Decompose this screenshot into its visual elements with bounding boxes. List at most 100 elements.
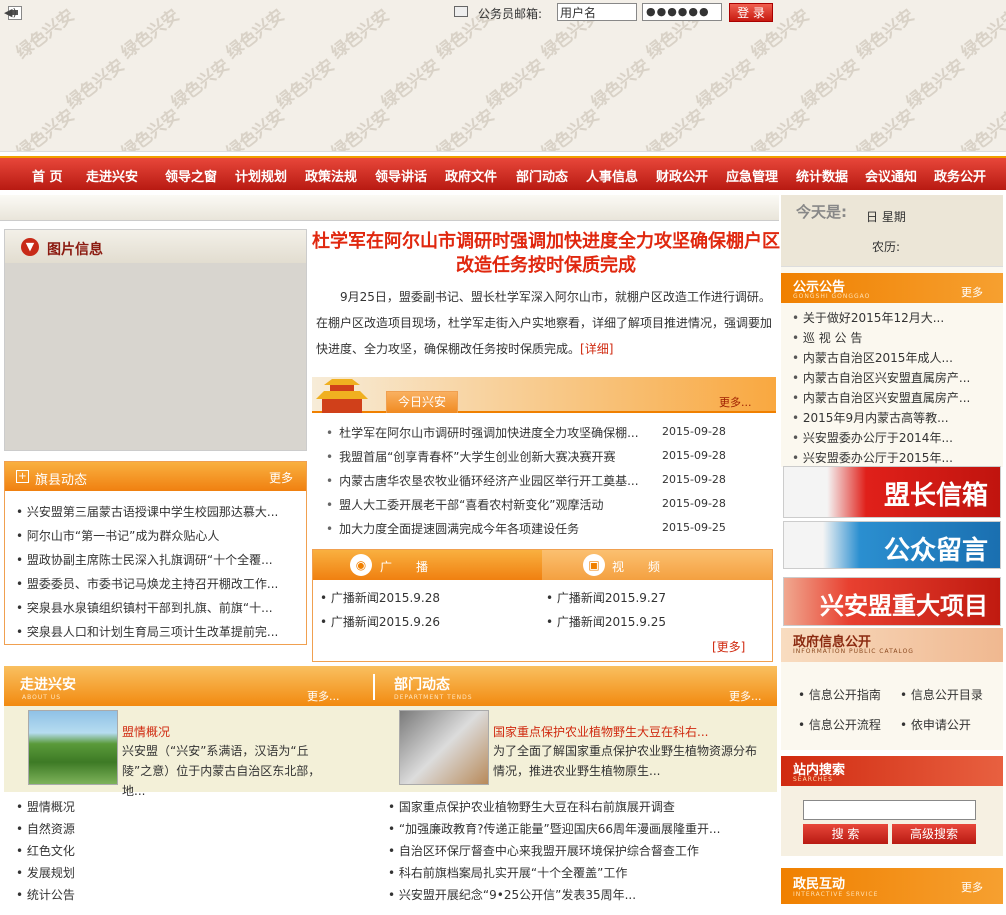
notice-subtitle: GONGSHI GONGGAO bbox=[793, 293, 871, 300]
nav-item[interactable]: 计划规划 bbox=[235, 166, 287, 185]
grassland-thumbnail[interactable] bbox=[28, 710, 118, 785]
notice-item[interactable]: 内蒙古自治区兴安盟直属房产... bbox=[792, 389, 970, 406]
today-news-title[interactable]: 内蒙古唐华农垦农牧业循环经济产业园区举行开工奠基... bbox=[339, 474, 638, 488]
gov-info-subtitle: INFORMATION PUBLIC CATALOG bbox=[793, 648, 914, 655]
county-news-item[interactable]: 兴安盟第三届蒙古语授课中学生校园那达慕大... bbox=[16, 503, 301, 520]
county-news-item[interactable]: 阿尔山市“第一书记”成为群众贴心人 bbox=[16, 527, 301, 544]
tab-radio-label[interactable]: 广播 bbox=[380, 558, 452, 575]
about-list-item[interactable]: 自然资源 bbox=[16, 820, 75, 837]
radio-news-link[interactable]: 广播新闻2015.9.26 bbox=[320, 613, 440, 630]
notice-item[interactable]: 巡 视 公 告 bbox=[792, 329, 862, 346]
about-list-item[interactable]: 统计公告 bbox=[16, 886, 75, 903]
picture-panel-title: 图片信息 bbox=[47, 242, 103, 258]
nav-item[interactable]: 应急管理 bbox=[726, 166, 778, 185]
nav-item[interactable]: 统计数据 bbox=[796, 166, 848, 185]
about-feature-text: 兴安盟（“兴安”系满语，汉语为“丘陵”之意）位于内蒙古自治区东北部，地... bbox=[122, 744, 321, 798]
today-news-item[interactable]: • 内蒙古唐华农垦农牧业循环经济产业园区举行开工奠基... bbox=[326, 472, 639, 489]
headline-more-link[interactable]: [详细] bbox=[580, 342, 613, 356]
username-input[interactable]: 用户名 bbox=[557, 3, 637, 21]
headline-title[interactable]: 杜学军在阿尔山市调研时强调加快进度全力攻坚确保棚户区改造任务按时保质完成 bbox=[312, 230, 780, 278]
dept-feature-title[interactable]: 国家重点保护农业植物野生大豆在科右... bbox=[493, 723, 708, 740]
county-news-more-link[interactable]: 更多 bbox=[269, 469, 293, 486]
about-more-link[interactable]: 更多... bbox=[307, 688, 340, 704]
county-news-item[interactable]: 盟委委员、市委书记马焕龙主持召开棚改工作... bbox=[16, 575, 301, 592]
county-news-item[interactable]: 盟政协副主席陈士民深入扎旗调研“十个全覆... bbox=[16, 551, 301, 568]
banner-watermark: 绿色兴安 bbox=[167, 55, 234, 114]
video-news-link[interactable]: 广播新闻2015.9.27 bbox=[546, 589, 666, 606]
radio-news-link[interactable]: 广播新闻2015.9.28 bbox=[320, 589, 440, 606]
notice-item[interactable]: 兴安盟委办公厅于2014年... bbox=[792, 429, 953, 446]
county-news-item[interactable]: 突泉县水泉镇组织镇村干部到扎旗、前旗“十... bbox=[16, 599, 301, 616]
media-more-link[interactable]: [更多] bbox=[712, 638, 745, 655]
nav-item[interactable]: 走进兴安 bbox=[86, 166, 138, 185]
info-process-link[interactable]: 信息公开流程 bbox=[798, 716, 881, 733]
notice-item[interactable]: 关于做好2015年12月大... bbox=[792, 309, 944, 326]
notice-item[interactable]: 内蒙古自治区2015年成人... bbox=[792, 349, 953, 366]
about-feature-title[interactable]: 盟情概况 bbox=[122, 723, 170, 740]
nav-item[interactable]: 财政公开 bbox=[656, 166, 708, 185]
banner-watermark: 绿色兴安 bbox=[327, 5, 394, 64]
dept-list-item[interactable]: 国家重点保护农业植物野生大豆在科右前旗展开调查 bbox=[388, 798, 675, 815]
info-apply-link[interactable]: 依申请公开 bbox=[900, 716, 971, 733]
nav-item[interactable]: 人事信息 bbox=[586, 166, 638, 185]
today-news-item[interactable]: • 我盟首届“创享青春杯”大学生创业创新大赛决赛开赛 bbox=[326, 448, 616, 465]
search-button[interactable]: 搜 索 bbox=[803, 824, 888, 844]
info-catalog-link[interactable]: 信息公开目录 bbox=[900, 686, 983, 703]
video-news-link[interactable]: 广播新闻2015.9.25 bbox=[546, 613, 666, 630]
today-news-item[interactable]: • 杜学军在阿尔山市调研时强调加快进度全力攻坚确保棚... bbox=[326, 424, 639, 441]
about-list-item[interactable]: 发展规划 bbox=[16, 864, 75, 881]
today-news-item[interactable]: • 盟人大工委开展老干部“喜看农村新变化”观摩活动 bbox=[326, 496, 604, 513]
dept-more-link[interactable]: 更多... bbox=[729, 688, 762, 704]
today-news-title[interactable]: 加大力度全面提速圆满完成今年各项建设任务 bbox=[339, 522, 579, 536]
banner-watermark: 绿色兴安 bbox=[482, 55, 549, 114]
search-input[interactable] bbox=[803, 800, 976, 820]
today-news-title[interactable]: 我盟首届“创享青春杯”大学生创业创新大赛决赛开赛 bbox=[339, 450, 615, 464]
bullet-icon: • bbox=[326, 522, 334, 536]
today-news-title[interactable]: 杜学军在阿尔山市调研时强调加快进度全力攻坚确保棚... bbox=[339, 426, 638, 440]
today-news-more-link[interactable]: 更多... bbox=[719, 394, 752, 410]
nav-item[interactable]: 政务公开 bbox=[934, 166, 986, 185]
public-message-banner[interactable]: 公众留言 bbox=[783, 521, 1001, 569]
nav-item[interactable]: 首 页 bbox=[32, 166, 63, 185]
notice-item[interactable]: 兴安盟委办公厅于2015年... bbox=[792, 449, 953, 466]
dept-list-item[interactable]: “加强廉政教育?传递正能量”暨迎国庆66周年漫画展隆重开... bbox=[388, 820, 721, 837]
bottom-header-divider bbox=[373, 674, 375, 700]
notice-more-link[interactable]: 更多 bbox=[961, 284, 983, 300]
nav-item[interactable]: 会议通知 bbox=[865, 166, 917, 185]
about-list-item[interactable]: 红色文化 bbox=[16, 842, 75, 859]
nav-item[interactable]: 政府文件 bbox=[445, 166, 497, 185]
nav-item[interactable]: 部门动态 bbox=[516, 166, 568, 185]
document-thumbnail[interactable] bbox=[399, 710, 489, 785]
notice-item[interactable]: 内蒙古自治区兴安盟直属房产... bbox=[792, 369, 970, 386]
nav-item[interactable]: 政策法规 bbox=[305, 166, 357, 185]
dept-list-item[interactable]: 科右前旗档案局扎实开展“十个全覆盖”工作 bbox=[388, 864, 627, 881]
major-projects-banner[interactable]: 兴安盟重大项目 bbox=[783, 577, 1001, 626]
nav-item[interactable]: 领导之窗 bbox=[165, 166, 217, 185]
banner-watermark: 绿色兴安 bbox=[852, 5, 919, 64]
banner-watermark: 绿色兴安 bbox=[852, 105, 919, 152]
nav-item[interactable]: 领导讲话 bbox=[375, 166, 427, 185]
tab-today-xingan[interactable]: 今日兴安 bbox=[386, 391, 458, 413]
advanced-search-button[interactable]: 高级搜索 bbox=[892, 824, 976, 844]
banner-watermark: 绿色兴安 bbox=[797, 55, 864, 114]
bottom-header bbox=[4, 666, 777, 706]
today-news-header bbox=[312, 377, 776, 413]
password-input[interactable]: ●●●●●● bbox=[642, 3, 722, 21]
bullet-icon: • bbox=[326, 426, 334, 440]
governor-mailbox-banner[interactable]: 盟长信箱 bbox=[783, 466, 1001, 518]
interaction-subtitle: INTERACTIVE SERVICE bbox=[793, 891, 879, 898]
headline-summary-text: 9月25日，盟委副书记、盟长杜学军深入阿尔山市，就棚户区改造工作进行调研。在棚户… bbox=[316, 290, 773, 356]
dept-list-item[interactable]: 自治区环保厅督查中心来我盟开展环境保护综合督查工作 bbox=[388, 842, 699, 859]
radio-icon: ◉ bbox=[350, 554, 372, 576]
tab-video-label[interactable]: 视频 bbox=[612, 558, 684, 575]
county-news-item[interactable]: 突泉县人口和计划生育局三项计生改革提前完... bbox=[16, 623, 301, 640]
dept-list-item[interactable]: 兴安盟开展纪念“9•25公开信”发表35周年... bbox=[388, 886, 636, 903]
about-list-item[interactable]: 盟情概况 bbox=[16, 798, 75, 815]
today-news-item[interactable]: • 加大力度全面提速圆满完成今年各项建设任务 bbox=[326, 520, 579, 537]
today-news-title[interactable]: 盟人大工委开展老干部“喜看农村新变化”观摩活动 bbox=[339, 498, 603, 512]
info-guide-link[interactable]: 信息公开指南 bbox=[798, 686, 881, 703]
interaction-more-link[interactable]: 更多 bbox=[961, 879, 983, 895]
notice-item[interactable]: 2015年9月内蒙古高等教... bbox=[792, 409, 949, 426]
login-button[interactable]: 登 录 bbox=[729, 3, 773, 22]
banner-watermark: 绿色兴安 bbox=[12, 105, 79, 152]
